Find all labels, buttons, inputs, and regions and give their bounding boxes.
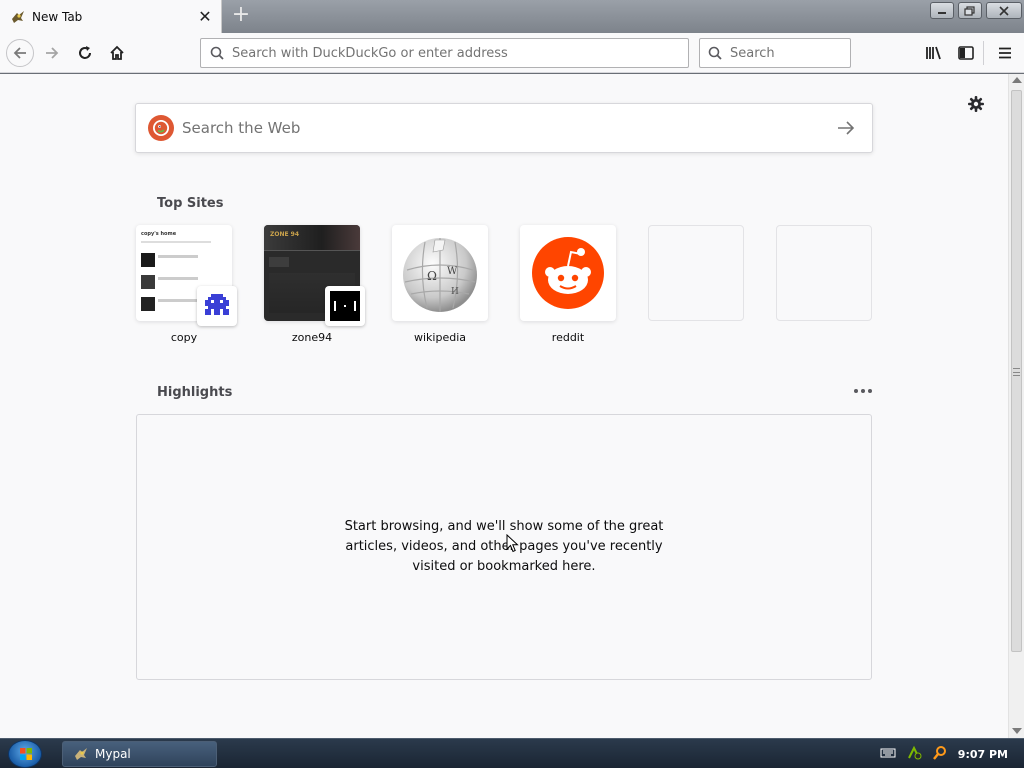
page-scrollbar[interactable]: [1008, 74, 1024, 738]
highlights-more-icon[interactable]: [854, 384, 874, 398]
mouse-cursor-icon: [506, 533, 520, 557]
home-icon: [110, 45, 124, 60]
restore-button[interactable]: [958, 2, 982, 19]
copy-thumbnail-heading: copy's home: [141, 231, 177, 237]
taskbar-item-mypal[interactable]: Mypal: [62, 741, 217, 767]
search-icon: [210, 46, 224, 60]
scroll-up-arrow-icon[interactable]: [1012, 77, 1022, 83]
zone94-logo-text: ZONE 94: [270, 231, 300, 238]
search-submit-arrow-icon[interactable]: [834, 116, 858, 140]
navigation-toolbar: Search with DuckDuckGo or enter address …: [0, 33, 1024, 73]
zone94-site-icon: [325, 286, 365, 326]
highlights-heading: Highlights: [157, 385, 233, 400]
clock[interactable]: 9:07 PM: [958, 748, 1008, 761]
scrollbar-grip-icon: [1013, 368, 1020, 376]
minimize-button[interactable]: [930, 2, 954, 19]
search-icon: [708, 46, 722, 60]
top-site-label: wikipedia: [413, 331, 466, 344]
thumb-block: [269, 257, 289, 267]
window-controls: [930, 2, 1022, 20]
forward-arrow-icon: [46, 47, 59, 59]
web-search-placeholder: Search the Web: [182, 119, 301, 137]
sidebar-button[interactable]: [952, 39, 980, 67]
top-site-tile-reddit[interactable]: [520, 225, 616, 321]
top-sites-heading: Top Sites: [157, 196, 224, 211]
copy-site-icon: [197, 286, 237, 326]
library-icon: [926, 46, 941, 60]
windows-taskbar: Mypal 9:07 PM: [0, 738, 1024, 768]
highlights-empty-state: Start browsing, and we'll show some of t…: [136, 414, 872, 680]
top-site-label: copy: [170, 331, 198, 344]
highlights-empty-message: Start browsing, and we'll show some of t…: [344, 519, 664, 574]
keyboard-icon[interactable]: [880, 747, 896, 762]
close-window-button[interactable]: [986, 2, 1022, 19]
top-site-placeholder: [648, 225, 744, 321]
taskbar-item-label: Mypal: [95, 747, 131, 761]
tab-title: New Tab: [32, 9, 83, 24]
hamburger-menu-icon: [999, 47, 1011, 59]
search-placeholder: Search: [730, 45, 775, 61]
wikipedia-globe-icon: Ω W И: [403, 233, 477, 312]
toolbar-divider: [983, 41, 984, 65]
search-tray-icon[interactable]: [932, 745, 948, 764]
reload-icon: [79, 46, 91, 59]
zone94-banner: ZONE 94: [264, 225, 360, 251]
back-button[interactable]: [6, 39, 34, 67]
library-button[interactable]: [920, 39, 948, 67]
mypal-favicon-icon: [10, 9, 26, 25]
menu-button[interactable]: [991, 39, 1019, 67]
address-bar[interactable]: Search with DuckDuckGo or enter address: [200, 38, 689, 68]
mypal-app-icon: [73, 746, 89, 762]
sidebar-icon: [958, 46, 974, 60]
reddit-logo-icon: [532, 237, 604, 309]
svg-text:Ω: Ω: [427, 269, 437, 283]
top-site-label: reddit: [551, 331, 585, 344]
scroll-down-arrow-icon[interactable]: [1012, 728, 1022, 734]
top-site-placeholder: [776, 225, 872, 321]
settings-gear-icon[interactable]: [966, 94, 986, 114]
web-search-box[interactable]: Search the Web: [135, 103, 873, 153]
home-button[interactable]: [103, 39, 131, 67]
top-site-label: zone94: [291, 331, 333, 344]
new-tab-button[interactable]: +: [228, 4, 254, 28]
svg-text:И: И: [451, 287, 459, 297]
tab-new-tab[interactable]: New Tab ✕: [0, 0, 222, 33]
address-placeholder: Search with DuckDuckGo or enter address: [232, 45, 508, 61]
reload-button[interactable]: [71, 39, 99, 67]
duckduckgo-logo-icon: [148, 115, 174, 141]
top-site-tile-wikipedia[interactable]: Ω W И: [392, 225, 488, 321]
tab-bar: New Tab ✕ +: [0, 0, 1024, 33]
windows-logo-icon: [20, 748, 32, 760]
forward-button[interactable]: [38, 39, 66, 67]
start-button[interactable]: [8, 740, 42, 768]
network-icon[interactable]: [906, 745, 922, 764]
search-bar[interactable]: Search: [699, 38, 851, 68]
thumb-line: [141, 241, 211, 243]
system-tray: 9:07 PM: [880, 739, 1024, 768]
svg-text:W: W: [447, 266, 458, 277]
back-arrow-icon: [13, 47, 26, 59]
new-tab-page: Search the Web Top Sites copy's home cop…: [0, 74, 1008, 738]
close-tab-icon[interactable]: ✕: [197, 7, 213, 26]
thumb-row: [141, 253, 227, 267]
